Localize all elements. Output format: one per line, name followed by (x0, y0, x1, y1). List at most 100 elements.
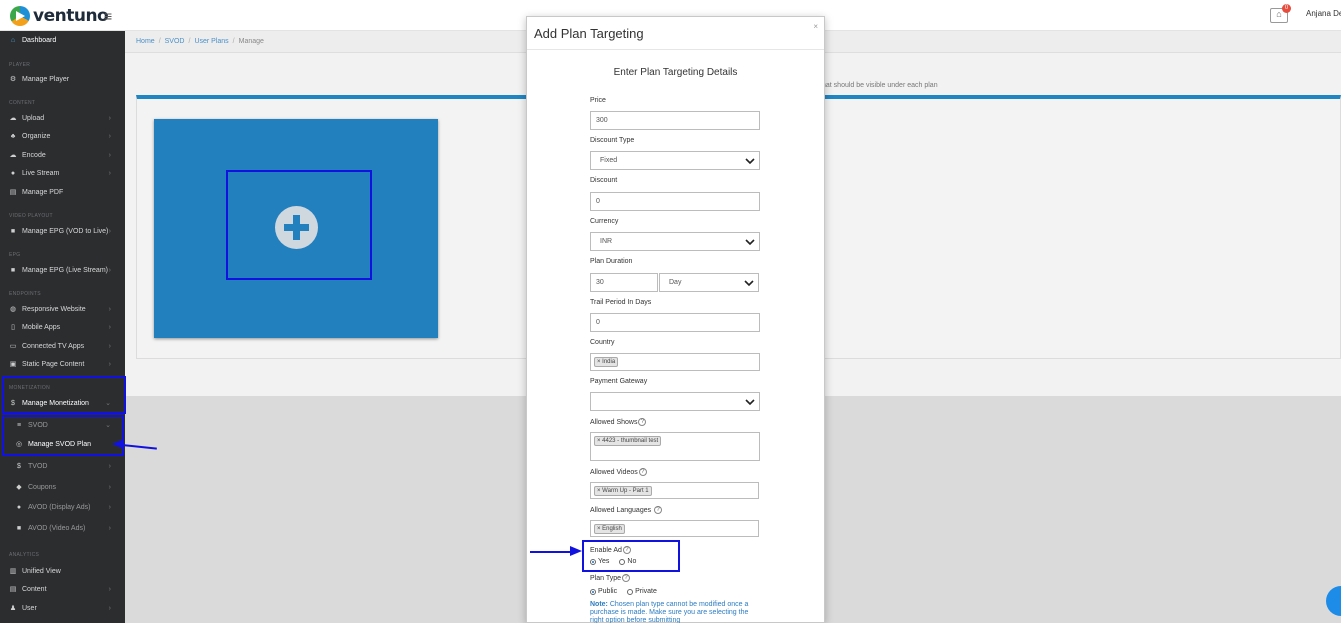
payment-gateway-select[interactable] (590, 392, 760, 411)
sidebar-item-avod-display[interactable]: ● AVOD (Display Ads) › (0, 498, 125, 516)
breadcrumb-user-plans[interactable]: User Plans (194, 38, 228, 45)
sidebar-item-label: Encode (22, 151, 46, 159)
sidebar-item-mobile-apps[interactable]: ▯ Mobile Apps › (0, 318, 125, 336)
sidebar-item-label: Upload (22, 114, 45, 122)
notification-count-badge: 0 (1282, 4, 1291, 13)
sidebar-item-label: Manage PDF (22, 188, 64, 196)
sidebar-item-manage-epg-vod[interactable]: ■ Manage EPG (VOD to Live) › (0, 222, 125, 240)
chevron-down-icon (745, 158, 755, 165)
gear-icon: ⚙ (9, 76, 17, 83)
plan-duration-unit-select[interactable]: Day (659, 273, 759, 292)
allowed-shows-tag[interactable]: × 4423 - thumbnail test (594, 436, 662, 446)
country-tag[interactable]: × India (594, 357, 619, 367)
sidebar-item-label: Live Stream (22, 169, 60, 177)
tv-icon: ▭ (9, 343, 17, 350)
sidebar-section-heading: ANALYTICS (9, 552, 40, 558)
globe-icon: ◍ (9, 306, 17, 313)
plan-type-private-radio[interactable] (627, 588, 634, 595)
sidebar-section-heading: EPG (9, 252, 21, 258)
chevron-right-icon: › (108, 524, 111, 532)
price-input[interactable]: 300 (590, 111, 760, 130)
sidebar-item-tvod[interactable]: $ TVOD › (0, 457, 125, 475)
close-icon[interactable]: × (813, 22, 818, 31)
country-multiselect[interactable]: × India (590, 353, 760, 371)
sidebar-item-label: User (22, 604, 37, 612)
chevron-right-icon: › (108, 132, 111, 140)
annotation-box-monetization (2, 376, 126, 414)
sidebar-item-static-page-content[interactable]: ▣ Static Page Content › (0, 355, 125, 373)
hamburger-menu-icon[interactable]: ≡ (104, 8, 112, 24)
sidebar-item-user[interactable]: ♟ User › (0, 599, 125, 617)
dot-icon: ● (16, 503, 22, 511)
breadcrumb-home[interactable]: Home (136, 38, 155, 45)
sidebar-item-content[interactable]: ▤ Content › (0, 580, 125, 598)
sidebar-item-connected-tv-apps[interactable]: ▭ Connected TV Apps › (0, 337, 125, 355)
sidebar-item-responsive-website[interactable]: ◍ Responsive Website › (0, 300, 125, 318)
sidebar-item-label: Content (22, 585, 47, 593)
file-icon: ▤ (9, 189, 17, 196)
allowed-languages-tag[interactable]: × English (594, 523, 625, 534)
help-icon[interactable]: ? (654, 506, 663, 514)
sidebar-item-manage-player[interactable]: ⚙ Manage Player (0, 70, 125, 88)
chevron-right-icon: › (108, 305, 111, 313)
chevron-right-icon: › (108, 462, 111, 470)
sidebar-item-encode[interactable]: ☁ Encode › (0, 146, 125, 164)
sidebar-item-organize[interactable]: ♣ Organize › (0, 127, 125, 145)
user-name[interactable]: Anjana Dev (1306, 9, 1341, 18)
trail-period-input[interactable]: 0 (590, 313, 760, 332)
sidebar-section-heading: ENDPOINTS (9, 291, 41, 297)
cloud-upload-icon: ☁ (9, 115, 17, 122)
sidebar-item-coupons[interactable]: ◆ Coupons › (0, 478, 125, 496)
cloud-icon: ☁ (9, 152, 17, 159)
sidebar-item-label: Dashboard (22, 36, 57, 44)
sidebar-item-manage-pdf[interactable]: ▤ Manage PDF (0, 183, 125, 201)
allowed-videos-tag[interactable]: × Warm Up - Part 1 (594, 485, 652, 496)
sidebar-item-label: Manage EPG (Live Stream) (22, 266, 108, 274)
home-icon: ⌂ (10, 36, 16, 44)
chevron-right-icon: › (108, 323, 111, 331)
sidebar-item-label: Coupons (28, 483, 57, 491)
currency-select[interactable]: INR (590, 232, 760, 251)
annotation-arrow-enable-ad (530, 551, 572, 553)
allowed-videos-label: Allowed Videos (590, 468, 638, 476)
breadcrumb-svod[interactable]: SVOD (165, 38, 185, 45)
help-icon[interactable]: ? (638, 468, 647, 476)
price-label: Price (590, 97, 606, 104)
sidebar-item-upload[interactable]: ☁ Upload › (0, 109, 125, 127)
sidebar-item-label: TVOD (28, 462, 48, 470)
payment-gateway-label: Payment Gateway (590, 378, 648, 385)
allowed-videos-multiselect[interactable]: × Warm Up - Part 1 (590, 482, 759, 499)
help-icon[interactable]: ? (622, 574, 631, 582)
plan-duration-label: Plan Duration (590, 258, 633, 265)
mobile-icon: ▯ (11, 324, 15, 331)
sidebar-item-manage-epg-live[interactable]: ■ Manage EPG (Live Stream) › (0, 261, 125, 279)
modal-subtitle: Enter Plan Targeting Details (613, 67, 738, 78)
sidebar-item-avod-video[interactable]: ■ AVOD (Video Ads) › (0, 519, 125, 537)
help-icon[interactable]: ? (638, 418, 647, 426)
sidebar-item-live-stream[interactable]: ● Live Stream › (0, 164, 125, 182)
sidebar-item-label: Mobile Apps (22, 323, 61, 331)
plan-type-public-label: Public (598, 588, 618, 595)
plan-duration-input[interactable]: 30 (590, 273, 658, 292)
annotation-arrowhead-sidebar (112, 439, 124, 449)
ventuno-logo[interactable]: ventuno (10, 4, 109, 28)
chevron-down-icon (745, 399, 755, 406)
sidebar-item-dashboard[interactable]: ⌂ Dashboard (0, 31, 125, 49)
discount-input[interactable]: 0 (590, 192, 760, 211)
sidebar-item-label: Responsive Website (22, 305, 86, 313)
chevron-right-icon: › (108, 266, 111, 274)
discount-label: Discount (590, 177, 618, 184)
sidebar-item-unified-view[interactable]: ▥ Unified View (0, 562, 125, 580)
discount-type-select[interactable]: Fixed (590, 151, 760, 170)
chevron-right-icon: › (108, 151, 111, 159)
plan-type-public-radio[interactable] (590, 588, 596, 595)
plan-type-radio-group: Public Private (590, 588, 657, 595)
chevron-right-icon: › (108, 169, 111, 177)
logo-text: ventuno (33, 6, 109, 26)
sidebar-section-heading: CONTENT (9, 100, 36, 106)
sidebar-item-label: Manage EPG (VOD to Live) (22, 227, 109, 235)
sidebar-item-label: AVOD (Video Ads) (28, 524, 86, 532)
allowed-shows-multiselect[interactable]: × 4423 - thumbnail test (590, 432, 760, 461)
allowed-languages-multiselect[interactable]: × English (590, 520, 759, 537)
plan-type-label: Plan Type (590, 574, 622, 582)
